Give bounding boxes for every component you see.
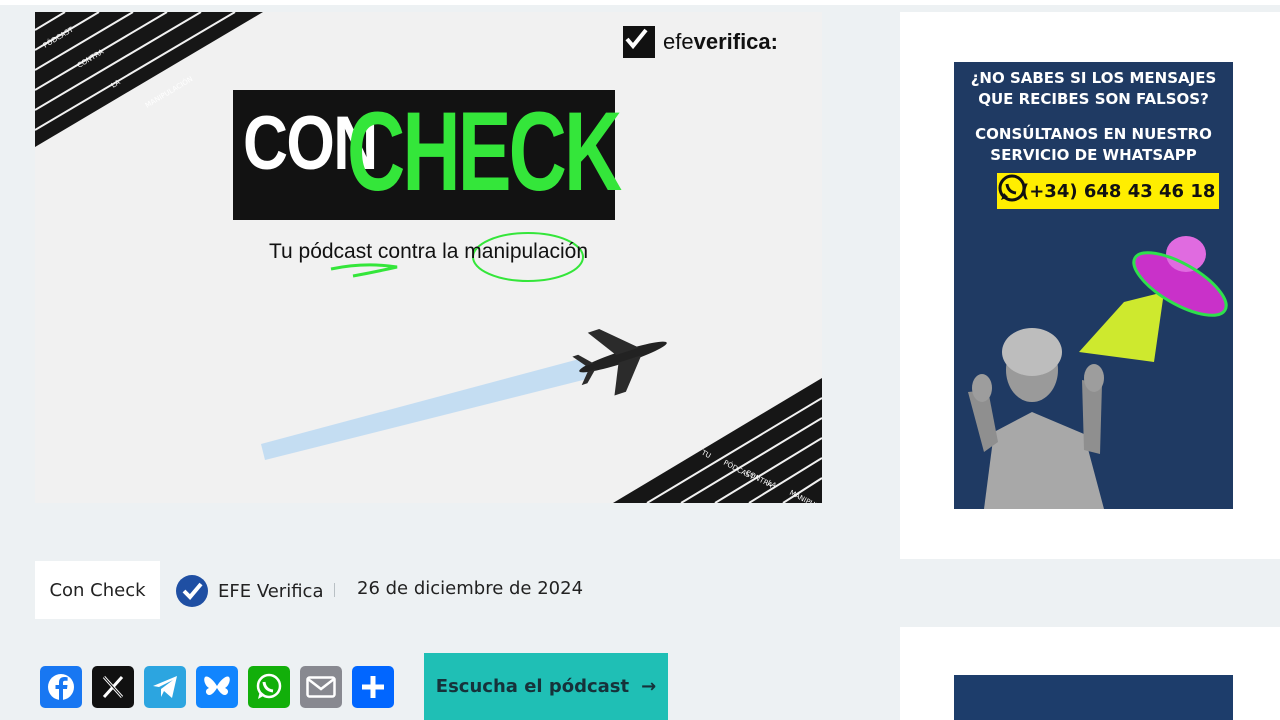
x-share-button[interactable] — [92, 666, 134, 708]
stripe-word: MANIPULACIÓN — [143, 74, 194, 109]
underline-scribble — [330, 263, 398, 278]
efeverifica-logo: efeverifica: — [623, 26, 778, 58]
check-icon — [182, 582, 203, 600]
more-share-button[interactable] — [352, 666, 394, 708]
hero-banner[interactable]: PÓDCAST CONTRA LA MANIPULACIÓN TU PÓDCAST CONT… — [35, 12, 822, 503]
facebook-share-button[interactable] — [40, 666, 82, 708]
facebook-icon — [48, 674, 74, 700]
publish-date: 26 de diciembre de 2024 — [357, 578, 584, 599]
arrow-right-icon: → — [641, 676, 657, 697]
top-strip — [0, 0, 1280, 5]
ad-illustration — [968, 236, 1228, 509]
bluesky-share-button[interactable] — [196, 666, 238, 708]
whatsapp-icon — [256, 673, 282, 699]
x-icon — [102, 675, 124, 699]
whatsapp-ad[interactable]: ¿NO SABES SI LOS MENSAJES QUE RECIBES SO… — [954, 62, 1233, 509]
email-icon — [306, 676, 336, 698]
plus-icon — [362, 676, 384, 698]
efeverifica-wordmark: efeverifica: — [663, 29, 778, 54]
telegram-icon — [153, 676, 177, 698]
author[interactable]: EFE Verifica — [176, 575, 323, 607]
hero-tagline: Tu pódcast contra la manipulación — [268, 240, 589, 263]
stripes-bottom-right — [613, 378, 822, 503]
sidebar-ad-2[interactable] — [954, 675, 1233, 720]
check-icon — [623, 26, 655, 58]
ufo-beam — [1079, 292, 1164, 362]
scared-woman-image — [968, 328, 1104, 509]
telegram-share-button[interactable] — [144, 666, 186, 708]
listen-podcast-label: Escucha el pódcast — [435, 676, 630, 697]
contrail — [261, 358, 591, 460]
category-tag[interactable]: Con Check — [35, 561, 160, 619]
meta-separator — [334, 583, 335, 597]
author-avatar — [176, 575, 208, 607]
bluesky-icon — [204, 676, 230, 696]
whatsapp-share-button[interactable] — [248, 666, 290, 708]
email-share-button[interactable] — [300, 666, 342, 708]
airplane-icon — [572, 328, 667, 396]
author-name: EFE Verifica — [218, 580, 324, 602]
listen-podcast-button[interactable]: Escucha el pódcast → — [424, 653, 668, 720]
share-bar — [40, 666, 394, 708]
title-check: CHECK — [347, 89, 622, 214]
